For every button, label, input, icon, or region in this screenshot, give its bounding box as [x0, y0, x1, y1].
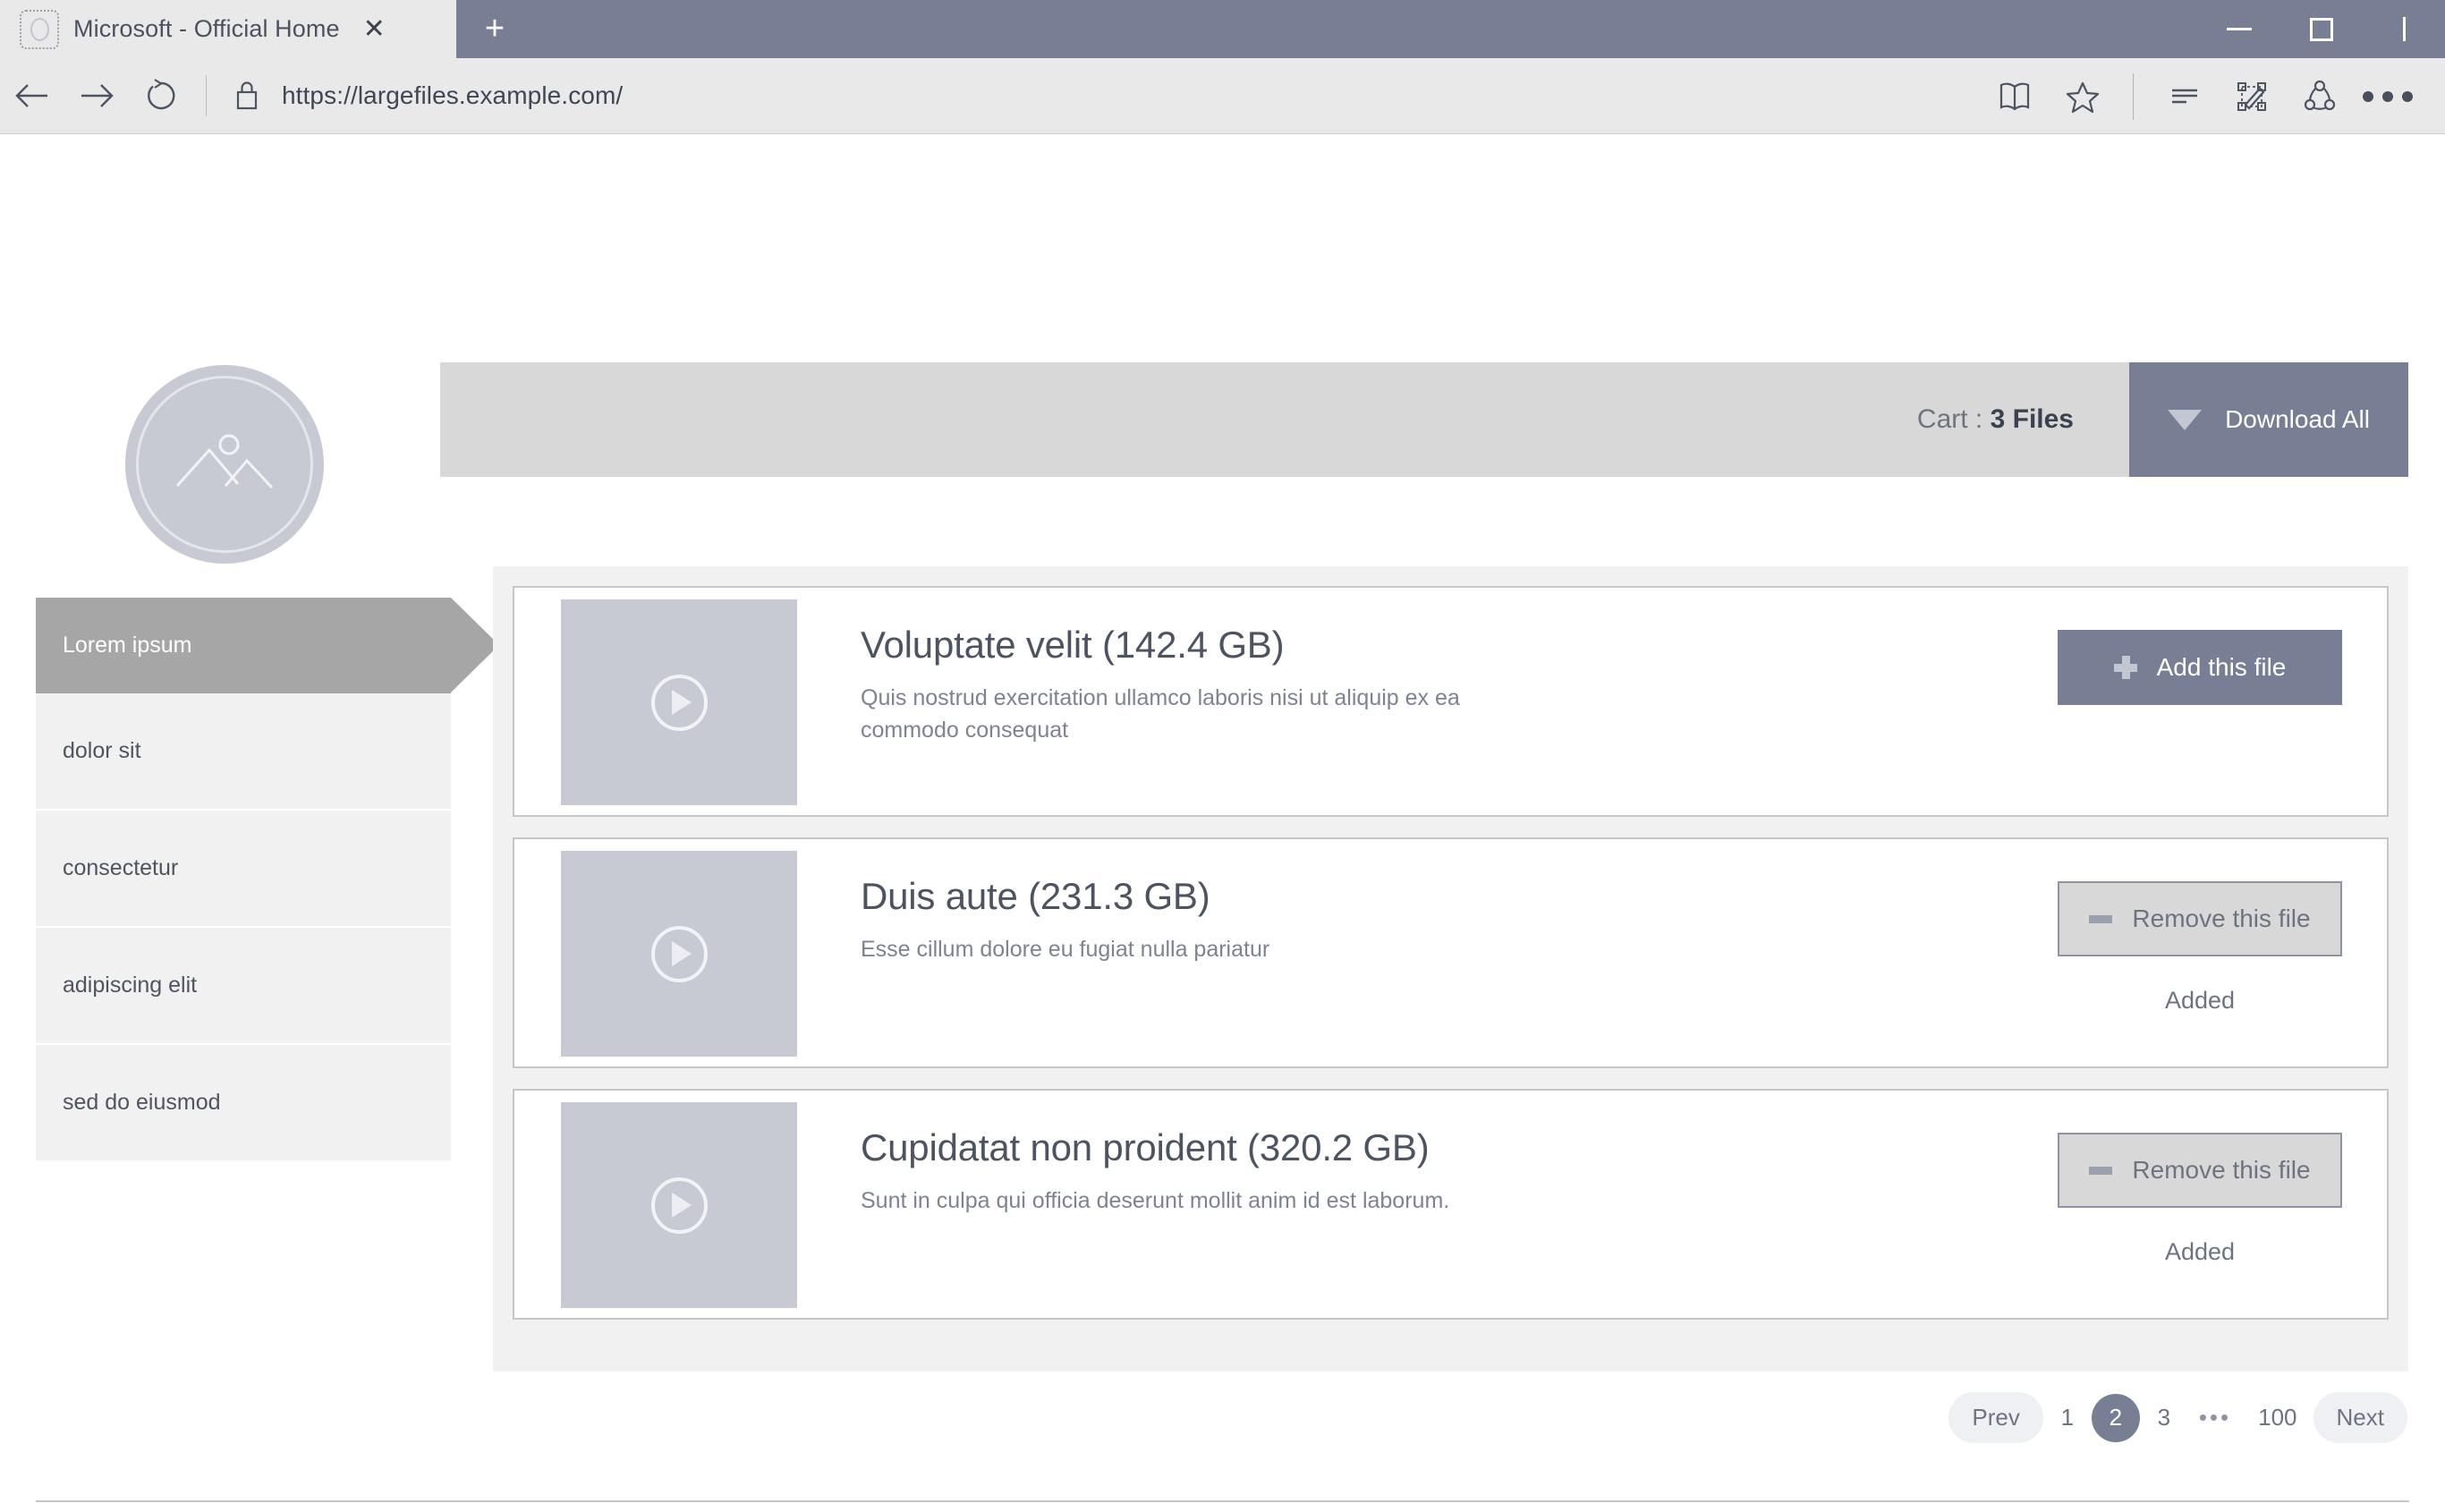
sidebar-item-label: adipiscing elit [63, 973, 198, 998]
remove-this-file-button[interactable]: Remove this file [2058, 1133, 2342, 1208]
remove-this-file-button[interactable]: Remove this file [2058, 881, 2342, 956]
share-icon[interactable] [2286, 58, 2354, 134]
forward-arrow-icon[interactable] [64, 58, 129, 134]
active-pointer-icon [451, 598, 499, 692]
book-icon[interactable] [1981, 58, 2049, 134]
pagination-page-3[interactable]: 3 [2140, 1394, 2188, 1442]
file-card: Voluptate velit (142.4 GB) Quis nostrud … [513, 586, 2389, 817]
address-bar-url[interactable]: https://largefiles.example.com/ [282, 81, 623, 110]
remove-this-file-label: Remove this file [2132, 905, 2311, 932]
toolbar-divider [2133, 72, 2134, 120]
minus-icon [2089, 1166, 2113, 1175]
pagination-page-2[interactable]: 2 [2091, 1393, 2140, 1442]
add-this-file-button[interactable]: Add this file [2058, 630, 2342, 705]
globe-icon [20, 9, 59, 49]
sidebar-item-adipiscing-elit[interactable]: adipiscing elit [36, 928, 451, 1045]
close-icon[interactable] [2363, 0, 2445, 58]
file-card: Duis aute (231.3 GB) Esse cillum dolore … [513, 837, 2389, 1068]
minus-icon [2089, 914, 2113, 923]
file-title: Voluptate velit (142.4 GB) [861, 624, 1285, 666]
pagination: Prev 1 2 3 ••• 100 Next [1948, 1392, 2407, 1443]
sidebar-item-sed-do-eiusmod[interactable]: sed do eiusmod [36, 1045, 451, 1162]
remove-this-file-label: Remove this file [2132, 1156, 2311, 1184]
toolbar-divider [206, 75, 207, 116]
file-title: Cupidatat non proident (320.2 GB) [861, 1126, 1430, 1168]
maximize-icon[interactable] [2280, 0, 2363, 58]
more-options-icon[interactable] [2354, 58, 2422, 134]
window-controls [2198, 0, 2445, 58]
site-logo [125, 365, 324, 564]
file-list: Voluptate velit (142.4 GB) Quis nostrud … [493, 566, 2408, 1372]
close-icon[interactable]: ✕ [363, 15, 386, 43]
footer: File download manager [36, 1500, 2409, 1512]
file-info: Duis aute (231.3 GB) Esse cillum dolore … [797, 839, 2052, 966]
status-badge: Added [2164, 1238, 2236, 1265]
sidebar-item-consectetur[interactable]: consectetur [36, 811, 451, 928]
hub-lines-icon[interactable] [2150, 58, 2218, 134]
file-info: Cupidatat non proident (320.2 GB) Sunt i… [797, 1091, 2052, 1218]
browser-tab[interactable]: Microsoft - Official Home ✕ [0, 0, 456, 58]
file-info: Voluptate velit (142.4 GB) Quis nostrud … [797, 588, 2052, 746]
sidebar-item-label: Lorem ipsum [63, 633, 192, 658]
minimize-icon[interactable] [2198, 0, 2280, 58]
sidebar-nav: Lorem ipsum dolor sit consectetur adipis… [36, 598, 499, 1162]
triangle-down-icon [2168, 409, 2203, 430]
sidebar-item-label: consectetur [63, 855, 179, 880]
tab-title: Microsoft - Official Home [73, 15, 340, 42]
new-tab-button[interactable]: + [456, 0, 533, 58]
download-all-label: Download All [2225, 405, 2370, 433]
file-actions: Remove this file Added [2052, 1133, 2347, 1266]
pagination-next[interactable]: Next [2313, 1392, 2407, 1443]
video-play-icon[interactable] [561, 599, 797, 805]
status-badge: Added [2164, 987, 2236, 1014]
pagination-page-1[interactable]: 1 [2043, 1394, 2092, 1442]
pagination-page-last[interactable]: 100 [2242, 1404, 2313, 1431]
sidebar-item-label: dolor sit [63, 738, 141, 763]
file-actions: Add this file [2052, 630, 2347, 705]
pagination-prev[interactable]: Prev [1948, 1392, 2043, 1443]
refresh-icon[interactable] [129, 58, 193, 134]
browser-toolbar: https://largefiles.example.com/ [0, 58, 2445, 134]
file-description: Esse cillum dolore eu fugiat nulla paria… [861, 937, 1270, 962]
video-play-icon[interactable] [561, 851, 797, 1057]
sidebar-item-lorem-ipsum[interactable]: Lorem ipsum [36, 598, 499, 693]
title-bar: Microsoft - Official Home ✕ + [0, 0, 2445, 58]
download-all-button[interactable]: Download All [2129, 362, 2408, 477]
sidebar-item-dolor-sit[interactable]: dolor sit [36, 693, 451, 811]
file-description: Quis nostrud exercitation ullamco labori… [861, 685, 1460, 743]
cart-bar: Cart : 3 Files Download All [440, 362, 2408, 477]
file-description: Sunt in culpa qui officia deserunt molli… [861, 1188, 1450, 1213]
toolbar-actions [1981, 58, 2422, 134]
pagination-ellipsis: ••• [2198, 1404, 2232, 1431]
file-title: Duis aute (231.3 GB) [861, 875, 1210, 917]
video-play-icon[interactable] [561, 1102, 797, 1308]
image-placeholder-icon [125, 365, 324, 564]
plus-icon [2113, 656, 2137, 679]
cart-count: 3 Files [1990, 404, 2074, 434]
page-content: Lorem ipsum dolor sit consectetur adipis… [0, 134, 2445, 1511]
cart-summary: Cart : 3 Files [1917, 404, 2074, 435]
sidebar-item-label: sed do eiusmod [63, 1090, 221, 1115]
browser-window: Microsoft - Official Home ✕ + https://la… [0, 0, 2445, 1512]
file-actions: Remove this file Added [2052, 881, 2347, 1015]
file-card: Cupidatat non proident (320.2 GB) Sunt i… [513, 1089, 2389, 1320]
footer-divider [36, 1500, 2409, 1502]
web-note-icon[interactable] [2218, 58, 2286, 134]
add-this-file-label: Add this file [2156, 653, 2287, 681]
lock-icon [232, 78, 262, 114]
star-icon[interactable] [2049, 58, 2117, 134]
cart-label-prefix: Cart : [1916, 404, 1991, 434]
back-arrow-icon[interactable] [0, 58, 64, 134]
